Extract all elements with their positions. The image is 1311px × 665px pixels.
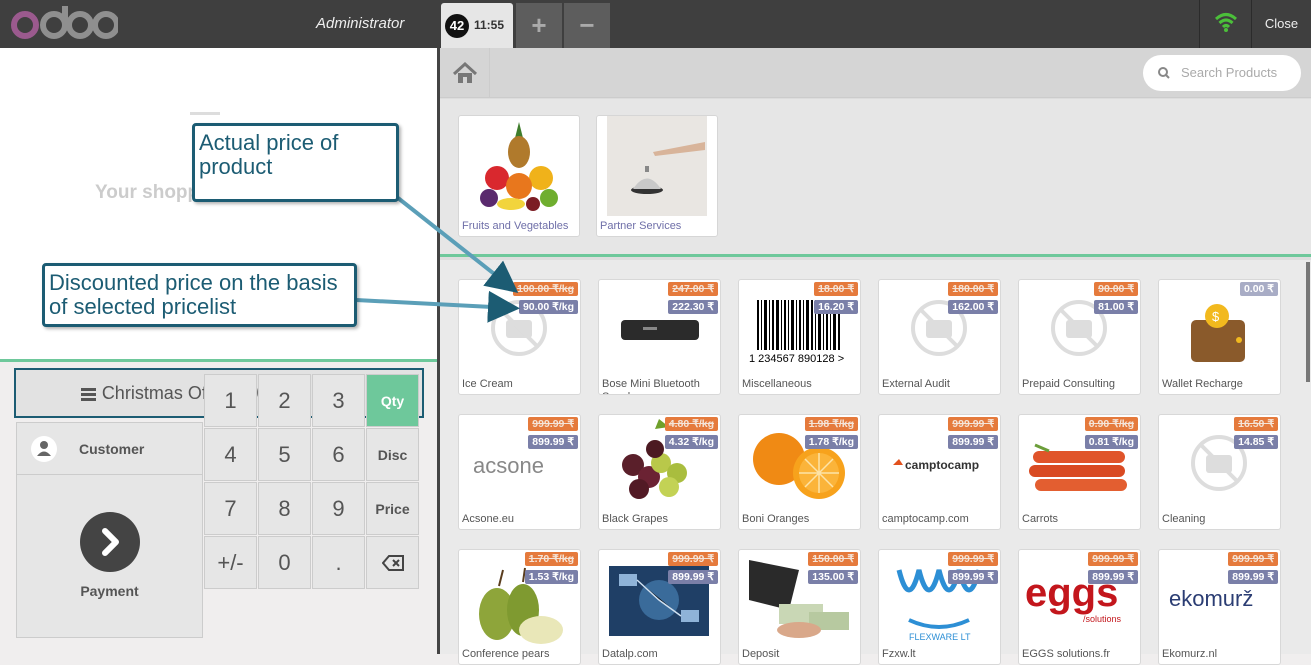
- actual-price-callout: Actual price of product: [192, 123, 399, 202]
- annotation-arrows: [355, 196, 520, 323]
- discounted-price-callout: Discounted price on the basis of selecte…: [42, 263, 357, 327]
